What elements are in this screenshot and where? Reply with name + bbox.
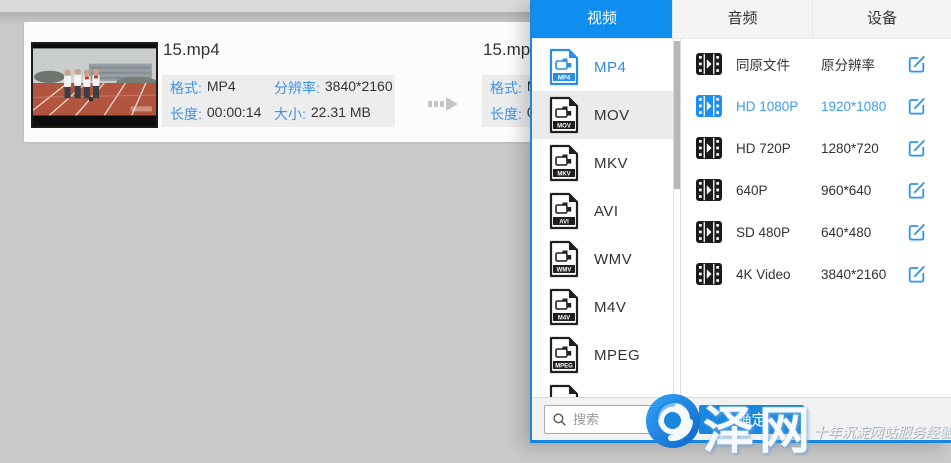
duration-label: 长度: [170,104,202,124]
source-size: 大小: 22.31 MB [274,104,395,124]
app-window: 15.mp4 格式: MP4 分辨率: 3840*2160 长度: 00:00:… [0,0,951,463]
duration-value: 00:00:14 [207,104,262,124]
svg-text:MP4: MP4 [558,75,571,81]
preset-item-640p[interactable]: 640P 960*640 [681,169,951,211]
preset-item-4k-video[interactable]: 4K Video 3840*2160 [681,253,951,295]
confirm-button[interactable]: 确定 [699,405,804,434]
duration-label: 长度: [490,104,522,124]
format-item-label: WMV [594,251,632,268]
video-file-icon: MPEG [548,336,580,374]
preset-item-same-as-source[interactable]: 同原文件 原分辨率 [681,43,951,85]
edit-icon[interactable] [907,180,927,200]
format-item-avi[interactable]: AVI AVI [532,187,673,235]
format-value: MP4 [207,78,236,98]
video-file-icon: WMV [548,240,580,278]
format-item-wmv[interactable]: WMV WMV [532,235,673,283]
video-file-icon: MP4 [548,48,580,86]
video-file-icon: MOV [548,96,580,134]
svg-text:M4V: M4V [558,315,570,321]
preset-resolution: 1280*720 [821,141,879,156]
format-item-m4v[interactable]: M4V M4V [532,283,673,331]
search-box[interactable] [544,405,674,434]
edit-icon[interactable] [907,138,927,158]
filmstrip-icon [696,221,722,243]
tab-bar: 视频 音频 设备 [532,0,951,38]
format-item-label: M4V [594,299,626,316]
format-picker-popup: 视频 音频 设备 MP4 MP4 [530,0,951,443]
resolution-value: 3840*2160 [325,78,393,98]
format-item-mov[interactable]: MOV MOV [532,91,673,139]
edit-icon[interactable] [907,264,927,284]
popup-body: MP4 MP4 MOV MOV [532,38,951,397]
svg-text:WMV: WMV [557,267,572,273]
preset-name: SD 480P [736,225,821,240]
format-list: MP4 MP4 MOV MOV [532,39,673,397]
format-list-scrollbar[interactable] [673,39,681,397]
filmstrip-icon [696,179,722,201]
preset-item-sd-480p[interactable]: SD 480P 640*480 [681,211,951,253]
filmstrip-icon [696,53,722,75]
preset-name: 同原文件 [736,54,821,74]
format-item-label: AVI [594,203,619,220]
video-file-icon: AVI [548,192,580,230]
format-item-label: MKV [594,155,628,172]
search-input[interactable] [573,412,663,427]
filmstrip-icon [696,95,722,117]
svg-text:MOV: MOV [557,123,571,129]
video-file-icon [548,384,580,397]
svg-text:MPEG: MPEG [555,363,573,369]
preset-item-hd-720p[interactable]: HD 720P 1280*720 [681,127,951,169]
source-format: 格式: MP4 [170,78,274,98]
filmstrip-icon [696,137,722,159]
format-item-label: MP4 [594,59,626,76]
edit-icon[interactable] [907,54,927,74]
popup-footer: 确定 [532,397,951,440]
video-file-icon: MKV [548,144,580,182]
size-value: 22.31 MB [311,104,371,124]
preset-resolution: 原分辨率 [821,54,875,74]
resolution-label: 分辨率: [274,78,320,98]
search-icon [552,412,567,427]
tab-video[interactable]: 视频 [532,0,672,38]
convert-arrow-icon [427,93,459,115]
preset-resolution: 3840*2160 [821,267,886,282]
preset-item-hd-1080p[interactable]: HD 1080P 1920*1080 [681,85,951,127]
format-label: 格式: [170,78,202,98]
preset-resolution: 640*480 [821,225,871,240]
format-item-mpeg[interactable]: MPEG MPEG [532,331,673,379]
format-label: 格式: [490,78,522,98]
preset-list: 同原文件 原分辨率 HD [681,39,951,397]
video-file-icon: M4V [548,288,580,326]
tab-audio[interactable]: 音频 [672,0,812,38]
tab-device[interactable]: 设备 [812,0,951,38]
preset-name: HD 720P [736,141,821,156]
edit-icon[interactable] [907,222,927,242]
preset-resolution: 1920*1080 [821,99,886,114]
preset-name: 640P [736,183,821,198]
source-duration: 长度: 00:00:14 [170,104,274,124]
preset-name: 4K Video [736,267,821,282]
format-item-label: MOV [594,107,630,124]
preset-name: HD 1080P [736,99,821,114]
format-item-mp4[interactable]: MP4 MP4 [532,43,673,91]
video-thumbnail-scene [33,44,156,126]
svg-text:AVI: AVI [559,219,569,225]
source-file-name: 15.mp4 [163,40,220,60]
video-thumbnail [31,42,158,128]
source-file-info: 格式: MP4 分辨率: 3840*2160 长度: 00:00:14 大小: … [162,75,395,127]
edit-icon[interactable] [907,96,927,116]
format-item-partial[interactable] [532,379,673,397]
format-item-mkv[interactable]: MKV MKV [532,139,673,187]
scrollbar-thumb[interactable] [674,41,680,189]
svg-text:MKV: MKV [557,171,570,177]
size-label: 大小: [274,104,306,124]
format-item-label: MPEG [594,347,640,364]
preset-resolution: 960*640 [821,183,871,198]
source-resolution: 分辨率: 3840*2160 [274,78,395,98]
filmstrip-icon [696,263,722,285]
